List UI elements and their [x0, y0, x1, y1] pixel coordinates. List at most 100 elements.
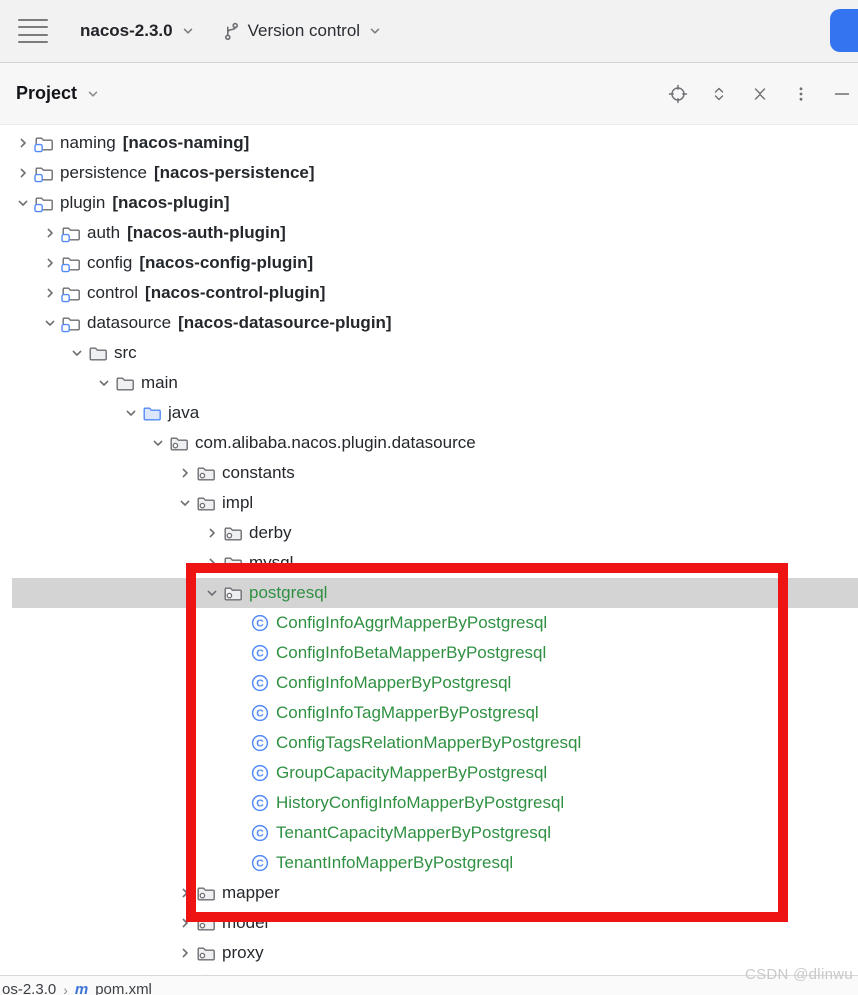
expand-collapse-icon[interactable]	[709, 84, 729, 104]
tree-row[interactable]: naming [nacos-naming]	[12, 128, 858, 158]
tree-row[interactable]: constants	[12, 458, 858, 488]
tree-item-label: ConfigInfoBetaMapperByPostgresql	[276, 643, 547, 662]
project-widget-label: nacos-2.3.0	[80, 21, 173, 40]
package-icon	[169, 433, 195, 453]
chevron-right-icon[interactable]	[39, 286, 61, 300]
tree-row[interactable]: derby	[12, 518, 858, 548]
tree-row[interactable]: mapper	[12, 878, 858, 908]
tree-row[interactable]: C TenantInfoMapperByPostgresql	[12, 848, 858, 878]
breadcrumb-file[interactable]: pom.xml	[95, 981, 152, 995]
collapse-all-icon[interactable]	[750, 84, 770, 104]
chevron-down-icon	[367, 23, 383, 39]
svg-text:C: C	[256, 768, 264, 780]
tree-row[interactable]: C TenantCapacityMapperByPostgresql	[12, 818, 858, 848]
ide-window: nacos-2.3.0 Version control Project nami…	[0, 0, 858, 995]
tree-row[interactable]: C ConfigTagsRelationMapperByPostgresql	[12, 728, 858, 758]
tree-row[interactable]: C HistoryConfigInfoMapperByPostgresql	[12, 788, 858, 818]
tree-item-module-suffix: [nacos-control-plugin]	[145, 283, 326, 302]
hide-panel-icon[interactable]	[832, 84, 852, 104]
tree-row[interactable]: persistence [nacos-persistence]	[12, 158, 858, 188]
tree-item-module-suffix: [nacos-datasource-plugin]	[178, 313, 392, 332]
module-folder-icon	[61, 313, 87, 333]
project-tree: naming [nacos-naming] persistence [nacos-pe…	[0, 126, 858, 995]
module-folder-icon	[34, 193, 60, 213]
chevron-down-icon[interactable]	[85, 86, 101, 102]
tree-row[interactable]: java	[12, 398, 858, 428]
folder-icon	[88, 343, 114, 363]
chevron-down-icon[interactable]	[147, 436, 169, 450]
project-widget[interactable]: nacos-2.3.0	[80, 21, 196, 41]
tree-item-label: config	[87, 253, 133, 272]
tree-row[interactable]: proxy	[12, 938, 858, 968]
chevron-down-icon[interactable]	[201, 586, 223, 600]
chevron-right-icon[interactable]	[39, 226, 61, 240]
toolbar-blue-button[interactable]	[830, 9, 858, 52]
chevron-right-icon[interactable]	[12, 166, 34, 180]
panel-title: Project	[16, 83, 78, 103]
tree-row[interactable]: C GroupCapacityMapperByPostgresql	[12, 758, 858, 788]
chevron-down-icon[interactable]	[66, 346, 88, 360]
class-icon: C	[250, 673, 276, 693]
tree-item-label: TenantInfoMapperByPostgresql	[276, 853, 514, 872]
tree-item-label: TenantCapacityMapperByPostgresql	[276, 823, 551, 842]
tree-row[interactable]: mysql	[12, 548, 858, 578]
chevron-right-icon[interactable]	[174, 466, 196, 480]
tree-row[interactable]: model	[12, 908, 858, 938]
tree-item-label: ConfigInfoMapperByPostgresql	[276, 673, 512, 692]
chevron-down-icon[interactable]	[39, 316, 61, 330]
package-icon	[196, 463, 222, 483]
tree-row[interactable]: postgresql	[12, 578, 858, 608]
tree-row[interactable]: datasource [nacos-datasource-plugin]	[12, 308, 858, 338]
project-panel-header: Project	[0, 63, 858, 125]
class-icon: C	[250, 763, 276, 783]
tree-row[interactable]: main	[12, 368, 858, 398]
more-options-icon[interactable]	[791, 84, 811, 104]
tree-row[interactable]: impl	[12, 488, 858, 518]
tree-item-label: auth	[87, 223, 121, 242]
chevron-right-icon[interactable]	[12, 136, 34, 150]
tree-item-label: mapper	[222, 883, 280, 902]
chevron-right-icon[interactable]	[201, 556, 223, 570]
chevron-down-icon[interactable]	[12, 196, 34, 210]
tree-item-module-suffix: [nacos-persistence]	[153, 163, 315, 182]
tree-item-label: control	[87, 283, 139, 302]
main-menu-icon[interactable]	[18, 19, 48, 43]
status-bar: os-2.3.0 › m pom.xml	[0, 975, 858, 995]
chevron-right-icon[interactable]	[174, 886, 196, 900]
tree-row[interactable]: auth [nacos-auth-plugin]	[12, 218, 858, 248]
tree-row[interactable]: config [nacos-config-plugin]	[12, 248, 858, 278]
tree-row[interactable]: src	[12, 338, 858, 368]
tree-row[interactable]: C ConfigInfoMapperByPostgresql	[12, 668, 858, 698]
chevron-right-icon[interactable]	[39, 256, 61, 270]
tree-row[interactable]: C ConfigInfoTagMapperByPostgresql	[12, 698, 858, 728]
chevron-down-icon[interactable]	[120, 406, 142, 420]
chevron-down-icon[interactable]	[174, 496, 196, 510]
tree-item-label: naming	[60, 133, 116, 152]
vcs-widget-label: Version control	[247, 21, 361, 40]
panel-toolbar	[668, 84, 852, 104]
source-folder-icon	[142, 403, 168, 423]
chevron-right-icon[interactable]	[201, 526, 223, 540]
svg-text:C: C	[256, 618, 264, 630]
chevron-right-icon[interactable]	[174, 916, 196, 930]
chevron-right-icon[interactable]	[174, 946, 196, 960]
chevron-down-icon[interactable]	[93, 376, 115, 390]
tree-row[interactable]: control [nacos-control-plugin]	[12, 278, 858, 308]
tree-item-label: GroupCapacityMapperByPostgresql	[276, 763, 548, 782]
locate-file-icon[interactable]	[668, 84, 688, 104]
svg-text:C: C	[256, 858, 264, 870]
vcs-widget[interactable]: Version control	[222, 21, 383, 41]
tree-row[interactable]: C ConfigInfoAggrMapperByPostgresql	[12, 608, 858, 638]
breadcrumb-project[interactable]: os-2.3.0	[2, 981, 56, 995]
tree-row[interactable]: plugin [nacos-plugin]	[12, 188, 858, 218]
tree-row[interactable]: com.alibaba.nacos.plugin.datasource	[12, 428, 858, 458]
tree-row[interactable]: C ConfigInfoBetaMapperByPostgresql	[12, 638, 858, 668]
